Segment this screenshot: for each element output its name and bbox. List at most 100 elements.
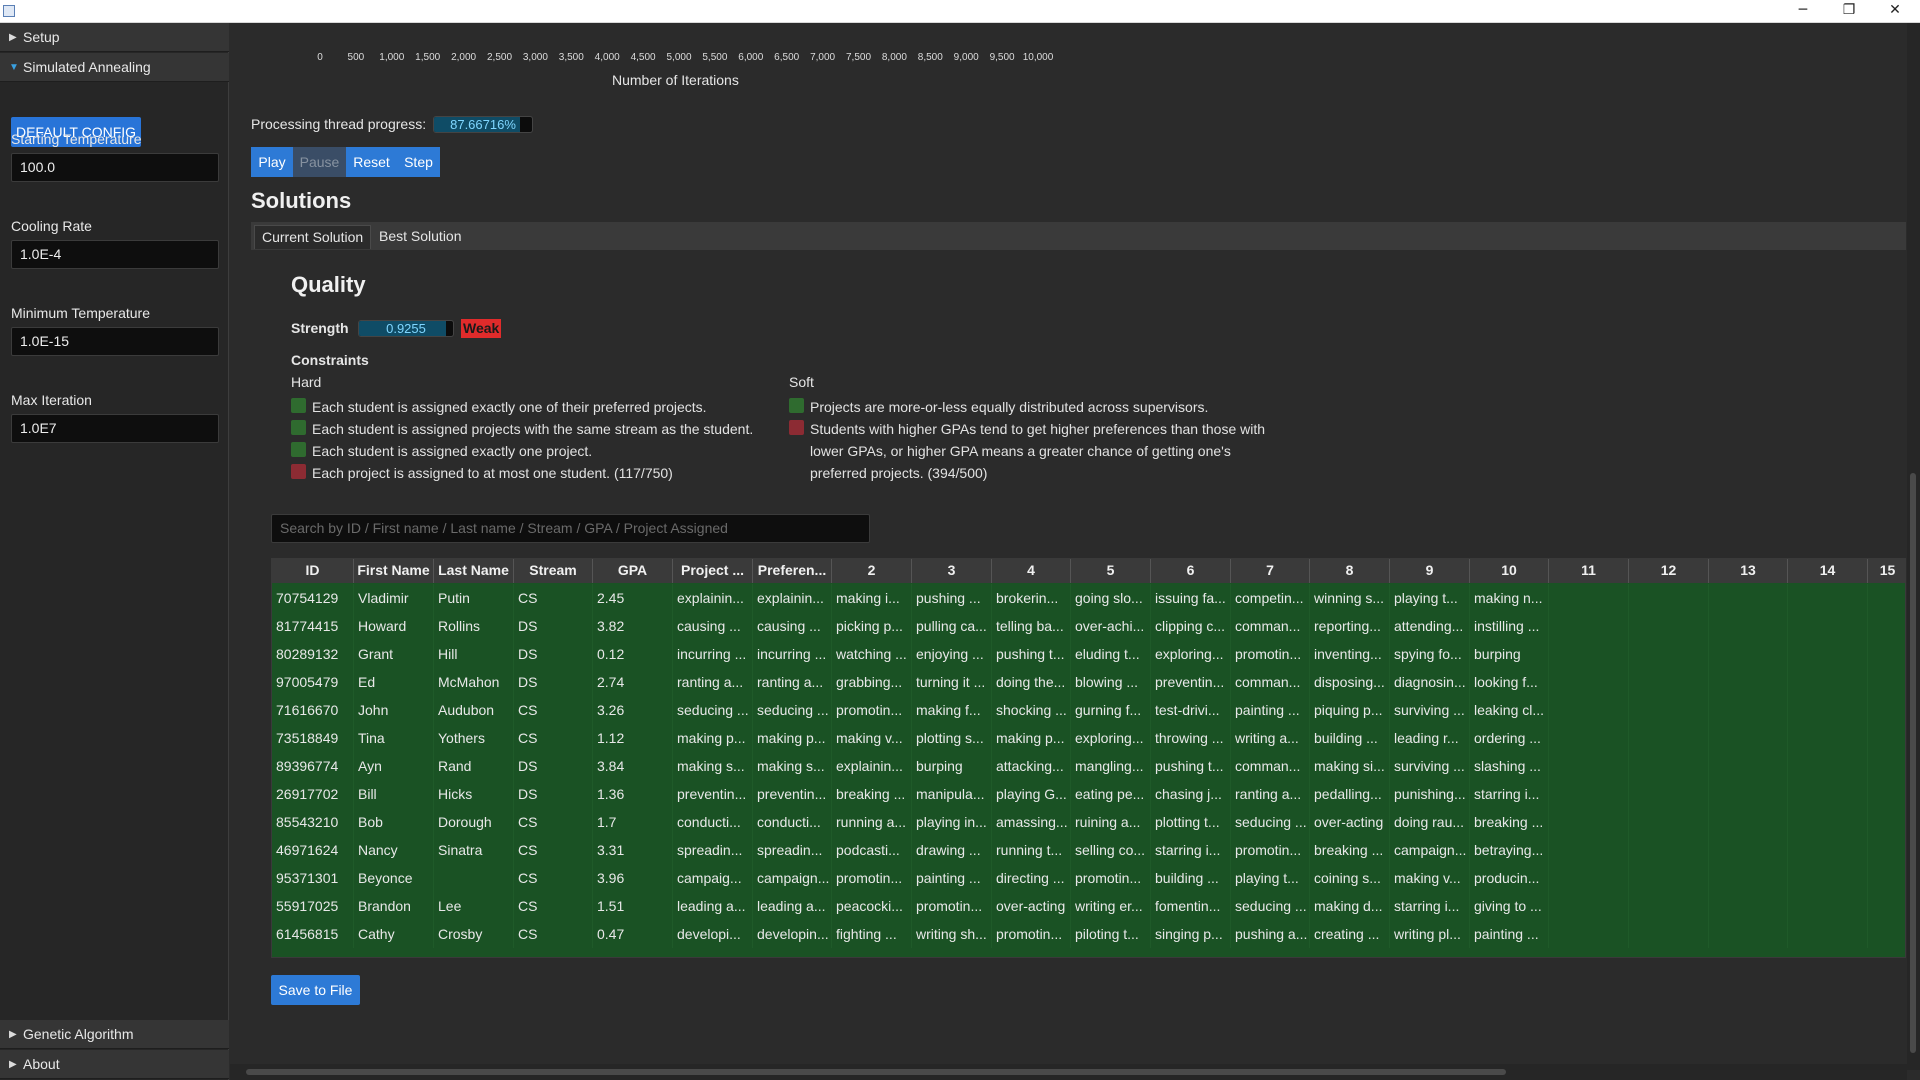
pause-button[interactable]: Pause xyxy=(293,147,346,177)
vertical-scrollbar[interactable] xyxy=(1907,23,1920,1070)
column-header[interactable]: 8 xyxy=(1310,559,1390,583)
table-cell: going slo... xyxy=(1071,584,1151,612)
restore-button[interactable]: ❐ xyxy=(1826,0,1872,22)
starting-temperature-input[interactable]: 100.0 xyxy=(11,153,219,182)
table-cell: ruining a... xyxy=(1071,808,1151,836)
table-cell: winning s... xyxy=(1310,584,1390,612)
column-header[interactable]: Last Name xyxy=(434,559,514,583)
table-row[interactable]: 85543210 Bob Dorough CS 1.7 conducti... conduc… xyxy=(272,808,1905,836)
table-cell: Sinatra xyxy=(434,836,514,864)
column-header[interactable]: 14 xyxy=(1788,559,1868,583)
close-button[interactable]: ✕ xyxy=(1872,0,1918,22)
table-row[interactable]: 46971624 Nancy Sinatra CS 3.31 spreadin... spr… xyxy=(272,836,1905,864)
table-cell xyxy=(1629,612,1709,640)
table-cell: directing ... xyxy=(992,864,1071,892)
play-button[interactable]: Play xyxy=(251,147,293,177)
table-row[interactable]: 73518849 Tina Yothers CS 1.12 making p... maki… xyxy=(272,724,1905,752)
max-iteration-input[interactable]: 1.0E7 xyxy=(11,414,219,443)
table-row[interactable]: 95371301 Beyonce CS 3.96 campaig... campaign.… xyxy=(272,864,1905,892)
table-cell xyxy=(1788,808,1868,836)
table-cell: coining s... xyxy=(1310,864,1390,892)
column-header[interactable]: 12 xyxy=(1629,559,1709,583)
table-row[interactable]: 89396774 Ayn Rand DS 3.84 making s... making s… xyxy=(272,752,1905,780)
column-header[interactable]: 11 xyxy=(1549,559,1629,583)
table-cell xyxy=(1868,612,1905,640)
column-header[interactable]: 3 xyxy=(912,559,992,583)
table-cell xyxy=(1788,752,1868,780)
table-cell: building ... xyxy=(1310,724,1390,752)
accordion-about[interactable]: ▶ About xyxy=(0,1050,229,1079)
save-to-file-button[interactable]: Save to File xyxy=(271,975,360,1005)
table-cell: CS xyxy=(514,920,593,948)
tab-current-solution[interactable]: Current Solution xyxy=(254,225,372,249)
column-header[interactable]: 6 xyxy=(1151,559,1231,583)
table-cell: spreadin... xyxy=(673,836,753,864)
accordion-genetic-algorithm[interactable]: ▶ Genetic Algorithm xyxy=(0,1020,229,1049)
cooling-rate-input[interactable]: 1.0E-4 xyxy=(11,240,219,269)
x-tick-label: 2,000 xyxy=(451,52,477,63)
column-header[interactable]: Preferen... xyxy=(753,559,832,583)
strength-value: 0.9255 xyxy=(386,321,426,336)
table-row[interactable]: 97005479 Ed McMahon DS 2.74 ranting a... ranti… xyxy=(272,668,1905,696)
table-cell: McMahon xyxy=(434,668,514,696)
accordion-genetic-label: Genetic Algorithm xyxy=(23,1026,134,1042)
table-cell xyxy=(1788,892,1868,920)
table-cell: comman... xyxy=(1231,612,1310,640)
column-header[interactable]: 9 xyxy=(1390,559,1470,583)
minimum-temperature-input[interactable]: 1.0E-15 xyxy=(11,327,219,356)
column-header[interactable]: 4 xyxy=(992,559,1071,583)
column-header[interactable]: 5 xyxy=(1071,559,1151,583)
table-cell: preventin... xyxy=(673,780,753,808)
table-cell: 3.96 xyxy=(593,864,673,892)
search-input[interactable]: Search by ID / First name / Last name / … xyxy=(271,514,870,543)
accordion-setup[interactable]: ▶ Setup xyxy=(0,23,229,52)
minimum-temperature-label: Minimum Temperature xyxy=(11,305,151,321)
column-header[interactable]: 2 xyxy=(832,559,912,583)
reset-button[interactable]: Reset xyxy=(346,147,397,177)
table-row[interactable]: 26917702 Bill Hicks DS 1.36 preventin... preve… xyxy=(272,780,1905,808)
tab-best-solution[interactable]: Best Solution xyxy=(372,225,469,249)
column-header[interactable]: GPA xyxy=(593,559,673,583)
table-body: 70754129 Vladimir Putin CS 2.45 explainin... e… xyxy=(272,584,1905,948)
column-header[interactable]: 10 xyxy=(1470,559,1549,583)
vertical-scroll-thumb[interactable] xyxy=(1910,473,1916,1053)
column-header[interactable]: ID xyxy=(272,559,354,583)
horizontal-scroll-thumb[interactable] xyxy=(246,1069,1506,1075)
table-row[interactable]: 81774415 Howard Rollins DS 3.82 causing ... ca… xyxy=(272,612,1905,640)
table-row[interactable]: 70754129 Vladimir Putin CS 2.45 explainin... e… xyxy=(272,584,1905,612)
column-header[interactable]: Stream xyxy=(514,559,593,583)
table-cell: running a... xyxy=(832,808,912,836)
table-cell xyxy=(1868,696,1905,724)
column-header[interactable]: First Name xyxy=(354,559,434,583)
table-cell: painting ... xyxy=(1231,696,1310,724)
column-header[interactable]: 7 xyxy=(1231,559,1310,583)
table-cell: making i... xyxy=(832,584,912,612)
minimize-button[interactable]: ─ xyxy=(1780,0,1826,22)
table-cell: 3.26 xyxy=(593,696,673,724)
table-cell: leaking cl... xyxy=(1470,696,1549,724)
table-cell: pulling ca... xyxy=(912,612,992,640)
table-cell: CS xyxy=(514,864,593,892)
column-header[interactable]: Project ... xyxy=(673,559,753,583)
table-row[interactable]: 55917025 Brandon Lee CS 1.51 leading a... lead… xyxy=(272,892,1905,920)
table-cell xyxy=(1788,864,1868,892)
accordion-simulated-annealing[interactable]: ▼ Simulated Annealing xyxy=(0,53,229,82)
table-cell: ordering ... xyxy=(1470,724,1549,752)
table-cell: test-drivi... xyxy=(1151,696,1231,724)
table-cell: drawing ... xyxy=(912,836,992,864)
table-cell: CS xyxy=(514,808,593,836)
table-row[interactable]: 61456815 Cathy Crosby CS 0.47 developi... deve… xyxy=(272,920,1905,948)
table-cell xyxy=(1549,836,1629,864)
table-cell xyxy=(1868,808,1905,836)
table-cell: attending... xyxy=(1390,612,1470,640)
step-button[interactable]: Step xyxy=(397,147,440,177)
table-cell: over-acting xyxy=(1310,808,1390,836)
strength-label: Strength xyxy=(291,320,349,336)
table-row[interactable]: 71616670 John Audubon CS 3.26 seducing ... sed… xyxy=(272,696,1905,724)
column-header[interactable]: 13 xyxy=(1709,559,1788,583)
column-header[interactable]: 15 xyxy=(1868,559,1905,583)
table-cell: Howard xyxy=(354,612,434,640)
table-row[interactable]: 80289132 Grant Hill DS 0.12 incurring ... incu… xyxy=(272,640,1905,668)
table-cell: building ... xyxy=(1151,864,1231,892)
horizontal-scrollbar[interactable] xyxy=(230,1064,1907,1080)
